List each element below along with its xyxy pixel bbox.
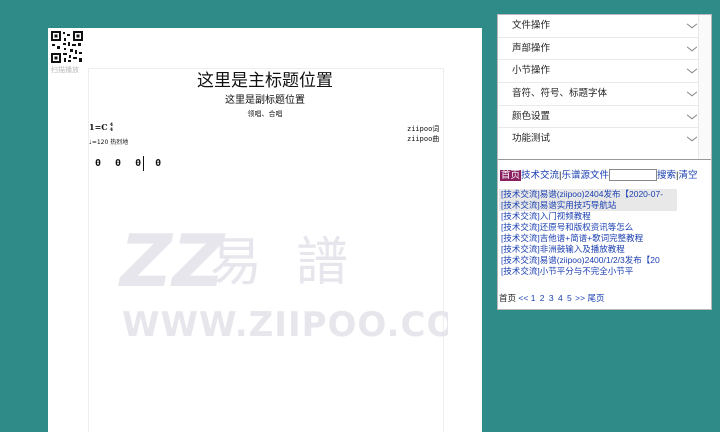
menu-label: 文件操作 — [512, 20, 551, 31]
qr-code-icon — [50, 30, 84, 64]
composer-credit[interactable]: ziipoo曲 — [407, 134, 439, 144]
search-button[interactable]: 搜索 — [657, 170, 676, 181]
home-link[interactable]: 首页 — [500, 170, 522, 181]
pager-prev[interactable]: << — [518, 293, 528, 303]
sub-title[interactable]: 这里是副标题位置 — [48, 91, 482, 106]
svg-text:WWW.ZIIPOO.COM: WWW.ZIIPOO.COM — [122, 305, 448, 345]
svg-text:易: 易 — [210, 233, 262, 293]
list-item[interactable]: [技术交流]还原号和版权资讯等怎么 — [499, 222, 677, 233]
topic-list: [技术交流]易谱(ziipoo)2404发布【2020-07- [技术交流]易谱… — [499, 189, 677, 277]
chevron-down-icon — [686, 114, 698, 120]
search-input[interactable] — [609, 169, 658, 182]
menu-file[interactable]: 文件操作 — [498, 15, 711, 38]
chevron-down-icon — [686, 136, 698, 142]
input-cursor — [143, 156, 144, 171]
main-title[interactable]: 这里是主标题位置 — [48, 66, 482, 91]
chevron-down-icon — [686, 91, 698, 97]
menu-notes-symbols-fonts[interactable]: 音符、符号、标题字体 — [498, 83, 711, 106]
list-item[interactable]: [技术交流]易谱(ziipoo)2404发布【2020-07- — [499, 189, 677, 200]
list-item[interactable]: [技术交流]易谱(ziipoo)2400/1/2/3发布【20 — [499, 255, 677, 266]
menu-scrollbar[interactable] — [698, 15, 711, 159]
chevron-down-icon — [686, 46, 698, 52]
list-item[interactable]: [技术交流]小节平分与不完全小节平 — [499, 266, 677, 277]
list-item[interactable]: [技术交流]入门视频教程 — [499, 211, 677, 222]
clear-button[interactable]: 清空 — [679, 170, 698, 181]
menu-label: 音符、符号、标题字体 — [512, 88, 608, 100]
pager-next[interactable]: >> — [575, 293, 585, 303]
score-page[interactable]: 扫描播放 这里是主标题位置 这里是副标题位置 领唱、合唱 1=C 4 4 ♩=120… — [48, 28, 482, 432]
menu-function-test[interactable]: 功能测试 — [498, 128, 711, 150]
side-panel: 文件操作 声部操作 小节操作 音符、符号、标题字体 颜色设置 功能测试 首页技术… — [497, 14, 712, 310]
list-item[interactable]: [技术交流]非洲鼓输入及播放教程 — [499, 244, 677, 255]
pagination: 首页 << 1 2 3 4 5 >> 尾页 — [499, 292, 605, 304]
menu-voice[interactable]: 声部操作 — [498, 38, 711, 61]
time-signature: 44 — [109, 122, 114, 133]
menu-accordion: 文件操作 声部操作 小节操作 音符、符号、标题字体 颜色设置 功能测试 — [498, 15, 711, 160]
menu-label: 声部操作 — [512, 42, 551, 54]
tech-link[interactable]: 技术交流 — [521, 170, 559, 181]
performance-form[interactable]: 领唱、合唱 — [48, 109, 482, 119]
search-bar: 首页技术交流|乐谱源文件 搜索|清空 — [500, 169, 698, 182]
ziipoo-watermark-logo: ZZ 易 譜 WWW.ZIIPOO.COM — [118, 219, 448, 345]
menu-label: 小节操作 — [512, 65, 551, 77]
menu-label: 功能测试 — [512, 133, 551, 145]
score-source-link[interactable]: 乐谱源文件 — [562, 170, 610, 181]
list-item[interactable]: [技术交流]吉他谱+简谱+歌词完整教程 — [499, 233, 677, 244]
chevron-down-icon — [686, 23, 698, 29]
list-item[interactable]: [技术交流]易谱实用技巧导航站 — [499, 200, 677, 211]
measure-notes[interactable]: 0 0 0 0 — [95, 158, 165, 169]
menu-color-settings[interactable]: 颜色设置 — [498, 106, 711, 129]
chevron-down-icon — [686, 68, 698, 74]
svg-text:譜: 譜 — [296, 233, 348, 293]
pager-first[interactable]: 首页 — [499, 293, 516, 303]
key-label: 1=C — [89, 122, 108, 132]
tempo-marking[interactable]: ♩=120 热烈地 — [89, 137, 128, 146]
key-signature[interactable]: 1=C 4 4 — [89, 122, 113, 133]
menu-measure[interactable]: 小节操作 — [498, 60, 711, 84]
lyricist-credit[interactable]: ziipoo词 — [407, 124, 439, 134]
pager-pages[interactable]: 1 2 3 4 5 — [531, 293, 573, 303]
pager-last[interactable]: 尾页 — [587, 293, 604, 303]
menu-label: 颜色设置 — [512, 110, 551, 122]
